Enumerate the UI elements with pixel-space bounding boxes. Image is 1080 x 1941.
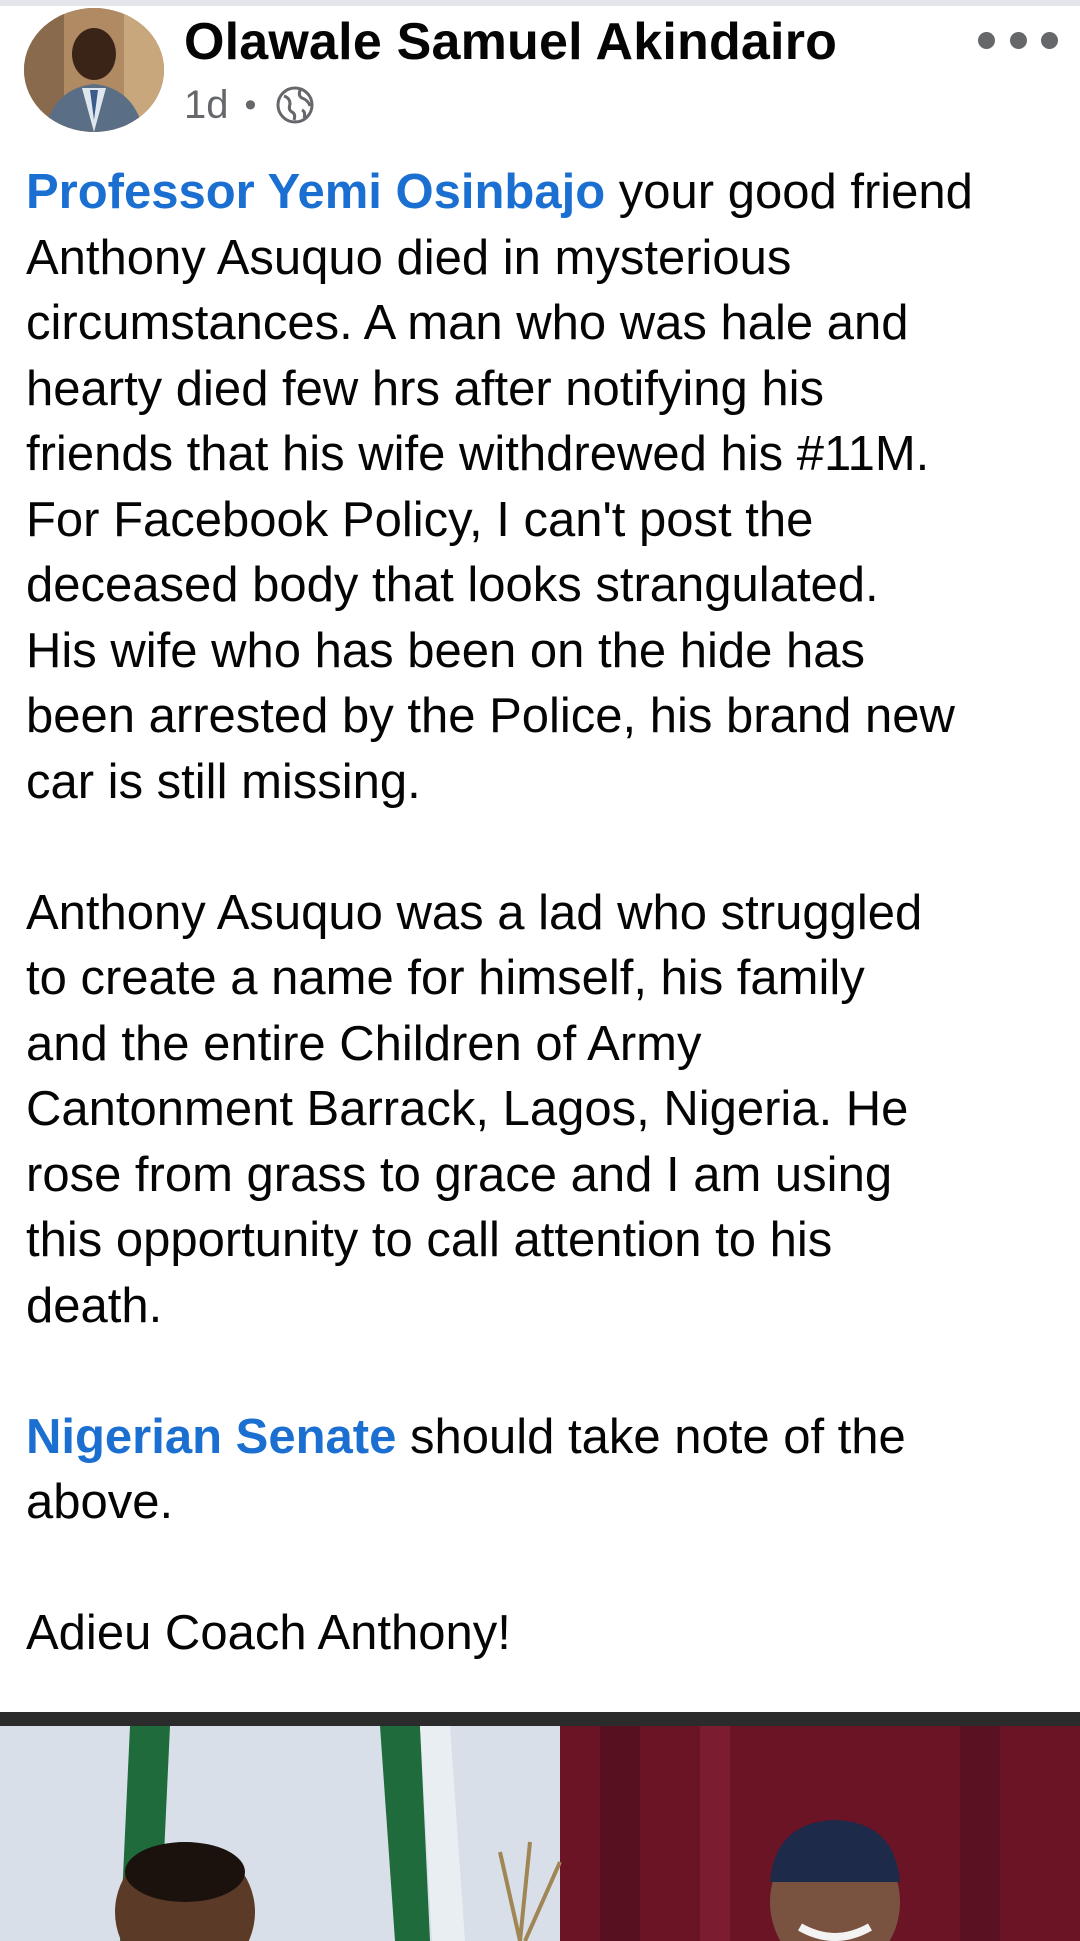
post-paragraph-2: Anthony Asuquo was a lad who struggled t… — [26, 881, 1066, 1340]
post-paragraph-4: Adieu Coach Anthony! — [26, 1601, 1066, 1667]
top-divider — [0, 0, 1080, 6]
paragraph-text: Anthony Asuquo was a lad who struggled t… — [26, 885, 923, 1333]
mention-link[interactable]: Nigerian Senate — [26, 1410, 396, 1464]
post-paragraph-1: Professor Yemi Osinbajo your good friend… — [26, 160, 1066, 815]
post-meta: 1d • — [184, 80, 316, 130]
globe-icon[interactable] — [274, 84, 316, 126]
paragraph-text: Adieu Coach Anthony! — [26, 1606, 511, 1660]
more-options-button[interactable] — [978, 22, 1058, 58]
post-time[interactable]: 1d — [184, 83, 229, 128]
paragraph-text: your good friend Anthony Asuquo died in … — [26, 165, 973, 809]
facebook-post: Olawale Samuel Akindairo 1d • Professor … — [0, 0, 1080, 1941]
post-photo[interactable] — [0, 1712, 1080, 1941]
author-name[interactable]: Olawale Samuel Akindairo — [184, 12, 837, 72]
mention-link[interactable]: Professor Yemi Osinbajo — [26, 165, 605, 219]
post-body: Professor Yemi Osinbajo your good friend… — [26, 160, 1066, 1667]
meta-separator: • — [244, 85, 257, 124]
author-avatar[interactable] — [24, 8, 164, 132]
post-paragraph-3: Nigerian Senate should take note of the … — [26, 1405, 1066, 1536]
more-horizontal-icon — [978, 31, 995, 49]
